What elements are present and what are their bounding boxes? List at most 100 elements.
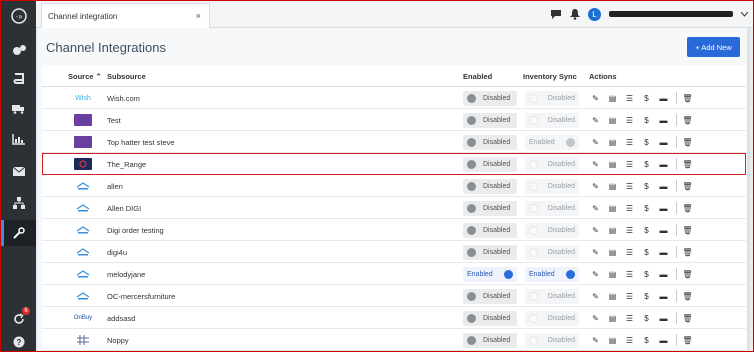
dollar-icon[interactable]: $ xyxy=(642,312,651,324)
table-row[interactable]: Top hatter test steve Disabled Enabled ✎ ▤ ☰ $… xyxy=(42,131,746,153)
truck-icon[interactable]: ▬ xyxy=(659,224,668,236)
list-icon[interactable]: ☰ xyxy=(625,114,634,126)
trash-icon[interactable]: 🗑 xyxy=(676,290,693,302)
truck-icon[interactable]: ▬ xyxy=(659,312,668,324)
trash-icon[interactable]: 🗑 xyxy=(676,268,693,280)
enabled-toggle[interactable]: Disabled xyxy=(463,201,517,216)
inventory-sync-toggle[interactable]: Disabled xyxy=(525,179,579,194)
inventory-sync-toggle[interactable]: Disabled xyxy=(525,223,579,238)
add-new-button[interactable]: + Add New xyxy=(687,37,740,57)
dollar-icon[interactable]: $ xyxy=(642,290,651,302)
table-row[interactable]: Noppy Disabled Disabled ✎ ▤ ☰ $ ▬ 🗑 xyxy=(42,329,746,351)
truck-icon[interactable]: ▬ xyxy=(659,290,668,302)
trash-icon[interactable]: 🗑 xyxy=(676,114,693,126)
chevron-down-icon[interactable] xyxy=(741,11,748,17)
trash-icon[interactable]: 🗑 xyxy=(676,180,693,192)
pencil-icon[interactable]: ✎ xyxy=(591,290,600,302)
dollar-icon[interactable]: $ xyxy=(642,224,651,236)
list-icon[interactable]: ☰ xyxy=(625,180,634,192)
enabled-toggle[interactable]: Disabled xyxy=(463,333,517,348)
document-icon[interactable]: ▤ xyxy=(608,202,617,214)
table-row[interactable]: Digi order testing Disabled Disabled ✎ ▤ ☰ $ ▬ 🗑 xyxy=(42,219,746,241)
enabled-toggle[interactable]: Disabled xyxy=(463,157,517,172)
list-icon[interactable]: ☰ xyxy=(625,246,634,258)
dollar-icon[interactable]: $ xyxy=(642,268,651,280)
trash-icon[interactable]: 🗑 xyxy=(676,334,693,346)
list-icon[interactable]: ☰ xyxy=(625,202,634,214)
list-icon[interactable]: ☰ xyxy=(625,290,634,302)
inventory-sync-toggle[interactable]: Enabled xyxy=(525,267,579,282)
table-row[interactable]: melodyjane Enabled Enabled ✎ ▤ ☰ $ ▬ 🗑 xyxy=(42,263,746,285)
pencil-icon[interactable]: ✎ xyxy=(591,246,600,258)
inventory-sync-toggle[interactable]: Disabled xyxy=(525,311,579,326)
enabled-toggle[interactable]: Disabled xyxy=(463,311,517,326)
pencil-icon[interactable]: ✎ xyxy=(591,136,600,148)
enabled-toggle[interactable]: Disabled xyxy=(463,113,517,128)
trash-icon[interactable]: 🗑 xyxy=(676,158,693,170)
enabled-toggle[interactable]: Disabled xyxy=(463,289,517,304)
truck-icon[interactable]: ▬ xyxy=(659,202,668,214)
trash-icon[interactable]: 🗑 xyxy=(676,224,693,236)
enabled-toggle[interactable]: Disabled xyxy=(463,223,517,238)
list-icon[interactable]: ☰ xyxy=(625,224,634,236)
dollar-icon[interactable]: $ xyxy=(642,202,651,214)
mail-icon[interactable] xyxy=(1,159,36,183)
table-row[interactable]: digi4u Disabled Disabled ✎ ▤ ☰ $ ▬ 🗑 xyxy=(42,241,746,263)
puzzle-cogs-icon[interactable] xyxy=(1,38,36,62)
document-icon[interactable]: ▤ xyxy=(608,224,617,236)
trash-icon[interactable]: 🗑 xyxy=(676,136,693,148)
truck-icon[interactable] xyxy=(1,97,36,121)
avatar[interactable]: L xyxy=(588,7,601,21)
book-icon[interactable] xyxy=(1,67,36,91)
user-name[interactable]: redacted xyxy=(609,11,733,17)
table-row[interactable]: OC-mercersfurniture Disabled Disabled ✎ ▤ ☰ $ ▬… xyxy=(42,285,746,307)
help-icon[interactable]: ? xyxy=(1,333,36,351)
inventory-sync-toggle[interactable]: Disabled xyxy=(525,91,579,106)
chat-icon[interactable] xyxy=(550,9,562,20)
tab-channel-integration[interactable]: Channel integration × xyxy=(41,3,210,28)
truck-icon[interactable]: ▬ xyxy=(659,158,668,170)
wrench-icon[interactable] xyxy=(1,220,36,246)
pencil-icon[interactable]: ✎ xyxy=(591,92,600,104)
document-icon[interactable]: ▤ xyxy=(608,92,617,104)
scrollbar[interactable] xyxy=(747,28,750,351)
inventory-sync-toggle[interactable]: Disabled xyxy=(525,113,579,128)
bell-icon[interactable] xyxy=(570,8,580,20)
dollar-icon[interactable]: $ xyxy=(642,158,651,170)
document-icon[interactable]: ▤ xyxy=(608,158,617,170)
sitemap-icon[interactable] xyxy=(1,191,36,215)
inventory-sync-toggle[interactable]: Enabled xyxy=(525,135,579,150)
enabled-toggle[interactable]: Enabled xyxy=(463,267,517,282)
close-icon[interactable]: × xyxy=(196,11,201,21)
truck-icon[interactable]: ▬ xyxy=(659,92,668,104)
list-icon[interactable]: ☰ xyxy=(625,158,634,170)
truck-icon[interactable]: ▬ xyxy=(659,136,668,148)
pencil-icon[interactable]: ✎ xyxy=(591,334,600,346)
pencil-icon[interactable]: ✎ xyxy=(591,312,600,324)
column-source[interactable]: Source ⌃ xyxy=(68,72,102,81)
document-icon[interactable]: ▤ xyxy=(608,114,617,126)
document-icon[interactable]: ▤ xyxy=(608,136,617,148)
truck-icon[interactable]: ▬ xyxy=(659,246,668,258)
enabled-toggle[interactable]: Disabled xyxy=(463,91,517,106)
document-icon[interactable]: ▤ xyxy=(608,334,617,346)
chart-icon[interactable] xyxy=(1,127,36,151)
inventory-sync-toggle[interactable]: Disabled xyxy=(525,333,579,348)
truck-icon[interactable]: ▬ xyxy=(659,180,668,192)
inventory-sync-toggle[interactable]: Disabled xyxy=(525,289,579,304)
trash-icon[interactable]: 🗑 xyxy=(676,202,693,214)
pencil-icon[interactable]: ✎ xyxy=(591,180,600,192)
enabled-toggle[interactable]: Disabled xyxy=(463,245,517,260)
truck-icon[interactable]: ▬ xyxy=(659,268,668,280)
list-icon[interactable]: ☰ xyxy=(625,334,634,346)
inventory-sync-toggle[interactable]: Disabled xyxy=(525,201,579,216)
inventory-sync-toggle[interactable]: Disabled xyxy=(525,245,579,260)
pencil-icon[interactable]: ✎ xyxy=(591,202,600,214)
list-icon[interactable]: ☰ xyxy=(625,136,634,148)
dollar-icon[interactable]: $ xyxy=(642,246,651,258)
table-row[interactable]: allen Disabled Disabled ✎ ▤ ☰ $ ▬ 🗑 xyxy=(42,175,746,197)
pencil-icon[interactable]: ✎ xyxy=(591,158,600,170)
list-icon[interactable]: ☰ xyxy=(625,92,634,104)
trash-icon[interactable]: 🗑 xyxy=(676,312,693,324)
enabled-toggle[interactable]: Disabled xyxy=(463,179,517,194)
